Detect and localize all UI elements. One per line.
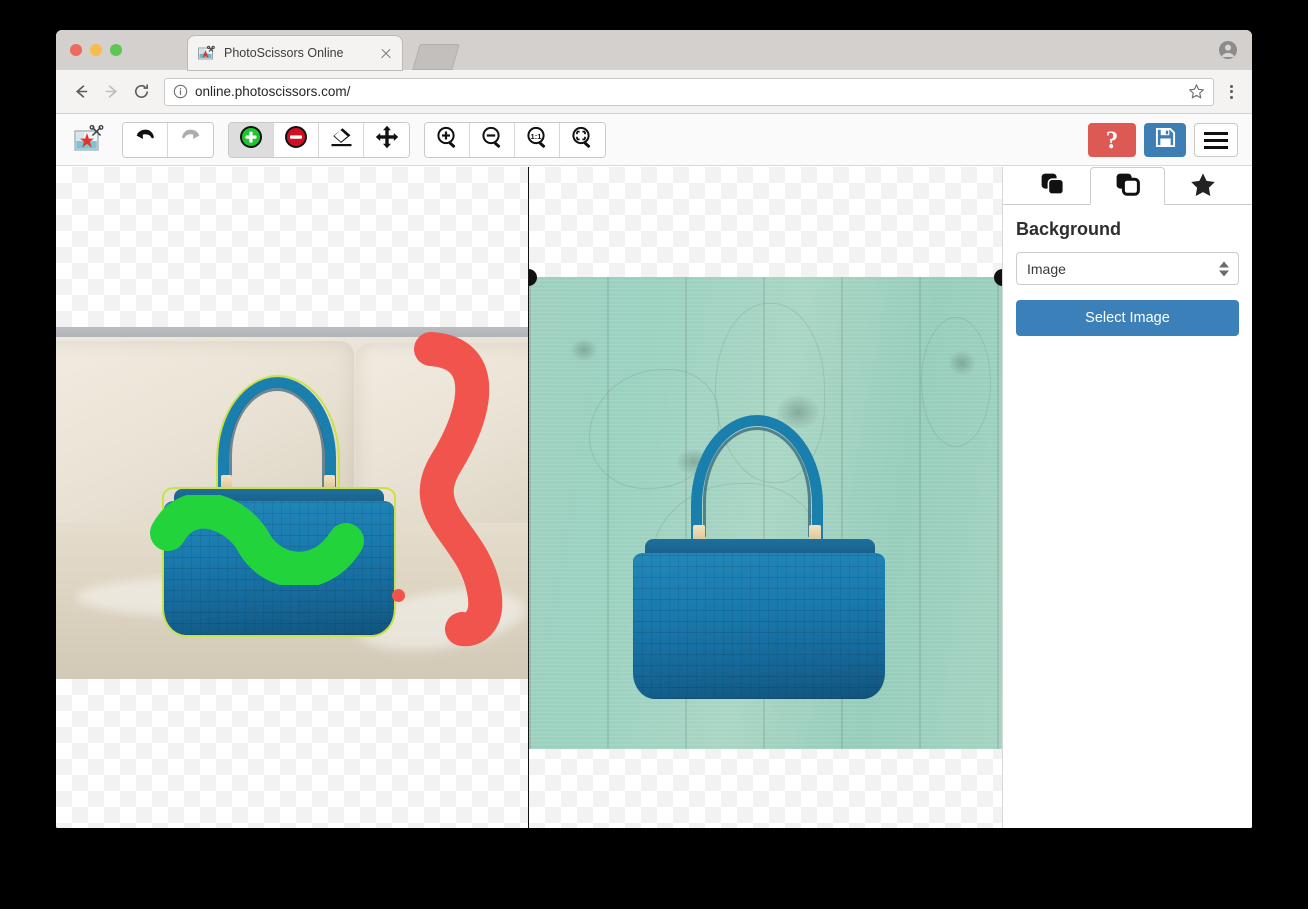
workarea: Background Image Select Image	[56, 167, 1252, 828]
sidebar-panel: Background Image Select Image	[1003, 205, 1252, 336]
spinner-arrows-icon[interactable]	[1219, 261, 1229, 276]
select-image-button[interactable]: Select Image	[1016, 300, 1239, 336]
hamburger-menu-icon	[1204, 132, 1228, 149]
browser-tab-title: PhotoScissors Online	[224, 46, 378, 60]
star-outline-icon[interactable]	[1188, 83, 1205, 100]
address-bar[interactable]: online.photoscissors.com/	[164, 78, 1214, 106]
sidebar-tabs	[1003, 167, 1252, 205]
eraser-button[interactable]	[319, 123, 364, 157]
pan-button[interactable]	[364, 123, 409, 157]
browser-tabstrip: PhotoScissors Online	[56, 30, 1252, 70]
question-mark-icon: ?	[1106, 128, 1119, 153]
fit-screen-button[interactable]	[560, 123, 605, 157]
zoom-in-button[interactable]	[425, 123, 470, 157]
wood-texture	[571, 339, 597, 361]
hamburger-menu-button[interactable]	[1194, 123, 1238, 157]
layers-filled-icon	[1040, 172, 1066, 201]
background-type-select[interactable]: Image	[1016, 252, 1239, 285]
magnifier-minus-icon	[480, 125, 505, 155]
help-button[interactable]: ?	[1088, 123, 1136, 157]
photoscissors-logo-icon	[74, 125, 104, 155]
history-button-group	[122, 122, 214, 158]
new-tab-button[interactable]	[412, 44, 459, 70]
redo-button[interactable]	[168, 123, 213, 157]
red-minus-circle-icon	[284, 125, 308, 154]
forward-arrow-icon	[96, 77, 126, 107]
undo-arrow-icon	[133, 126, 157, 153]
layers-outline-icon	[1115, 172, 1141, 201]
window-controls[interactable]	[70, 44, 122, 56]
address-bar-url[interactable]: online.photoscissors.com/	[195, 84, 1188, 99]
panel-title: Background	[1016, 219, 1239, 240]
result-photo	[529, 277, 1002, 749]
magnifier-fit-icon	[570, 125, 595, 155]
svg-text:1:1: 1:1	[530, 132, 542, 141]
browser-tab[interactable]: PhotoScissors Online	[188, 36, 402, 70]
result-handbag	[627, 415, 893, 703]
magnifier-1to1-icon: 1:1	[525, 125, 550, 155]
move-arrows-icon	[375, 125, 399, 154]
background-dot	[392, 589, 405, 602]
background-stroke	[356, 327, 528, 649]
wood-texture	[921, 317, 991, 447]
result-image-canvas[interactable]	[528, 167, 1002, 828]
minimize-window-button[interactable]	[90, 44, 102, 56]
source-photo	[56, 327, 528, 679]
app-toolbar: 1:1 ?	[56, 114, 1252, 166]
source-image-canvas[interactable]	[56, 167, 528, 828]
tab-foreground[interactable]	[1015, 167, 1090, 205]
browser-omnibox-row: online.photoscissors.com/	[56, 70, 1252, 114]
close-icon[interactable]	[378, 45, 394, 61]
profile-avatar-icon[interactable]	[1218, 40, 1238, 60]
actual-size-button[interactable]: 1:1	[515, 123, 560, 157]
redo-arrow-icon	[179, 126, 203, 153]
back-arrow-icon[interactable]	[66, 77, 96, 107]
save-button[interactable]	[1144, 123, 1186, 157]
eraser-icon	[329, 125, 354, 154]
close-window-button[interactable]	[70, 44, 82, 56]
tab-background[interactable]	[1090, 167, 1165, 205]
browser-window: PhotoScissors Online	[56, 30, 1252, 828]
magnifier-plus-icon	[435, 125, 460, 155]
background-type-value: Image	[1027, 261, 1066, 277]
foreground-stroke	[150, 495, 370, 585]
photoscissors-favicon	[198, 45, 215, 62]
zoom-out-button[interactable]	[470, 123, 515, 157]
star-filled-icon	[1190, 172, 1216, 202]
zoom-button-group: 1:1	[424, 122, 606, 158]
mark-foreground-button[interactable]	[229, 123, 274, 157]
undo-button[interactable]	[123, 123, 168, 157]
toolbar-actions: ?	[1088, 123, 1238, 157]
green-plus-circle-icon	[239, 125, 263, 154]
kebab-menu-icon[interactable]	[1220, 78, 1242, 106]
maximize-window-button[interactable]	[110, 44, 122, 56]
mark-background-button[interactable]	[274, 123, 319, 157]
reload-icon[interactable]	[126, 77, 156, 107]
floppy-disk-save-icon	[1155, 127, 1176, 153]
marking-button-group	[228, 122, 410, 158]
site-info-icon[interactable]	[173, 84, 188, 99]
tab-effects[interactable]	[1165, 167, 1240, 205]
sidebar: Background Image Select Image	[1002, 167, 1252, 828]
